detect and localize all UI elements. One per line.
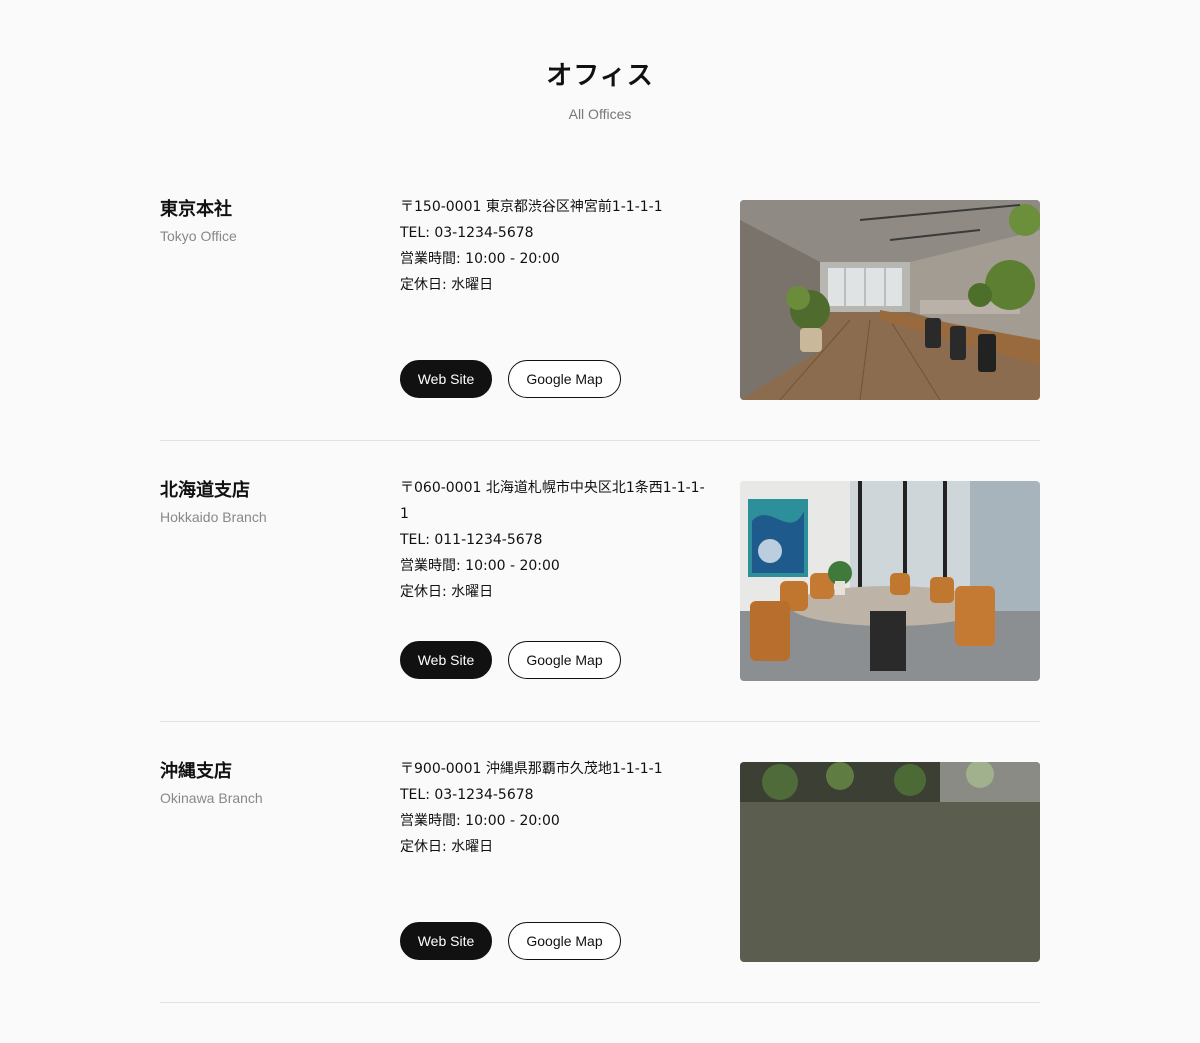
office-list: 東京本社 Tokyo Office 〒150-0001 東京都渋谷区神宮前1-1…	[160, 199, 1040, 1043]
google-map-button[interactable]: Google Map	[508, 360, 621, 398]
office-holiday: 定休日: 水曜日	[400, 839, 494, 855]
office-photo	[740, 481, 1040, 681]
page-subtitle: All Offices	[568, 106, 632, 122]
google-map-button[interactable]: Google Map	[508, 922, 621, 960]
office-item-tokyo: 東京本社 Tokyo Office 〒150-0001 東京都渋谷区神宮前1-1…	[160, 199, 1040, 441]
office-address: 〒150-0001 東京都渋谷区神宮前1-1-1-1	[400, 199, 663, 215]
office-name-en: Okinawa Branch	[160, 790, 263, 806]
office-hours: 営業時間: 10:00 - 20:00	[400, 558, 560, 574]
website-button[interactable]: Web Site	[400, 922, 492, 960]
office-address: 〒900-0001 沖縄県那覇市久茂地1-1-1-1	[400, 761, 663, 777]
office-info: 〒900-0001 沖縄県那覇市久茂地1-1-1-1 TEL: 03-1234-…	[400, 756, 710, 860]
page-header: オフィス All Offices	[0, 0, 1200, 122]
google-map-button[interactable]: Google Map	[508, 641, 621, 679]
office-tel: TEL: 03-1234-5678	[400, 787, 534, 803]
page-title: オフィス	[546, 61, 654, 91]
office-photo	[740, 762, 1040, 962]
office-holiday: 定休日: 水曜日	[400, 277, 494, 293]
office-hours: 営業時間: 10:00 - 20:00	[400, 813, 560, 829]
office-address: 〒060-0001 北海道札幌市中央区北1条西1-1-1-1	[400, 480, 705, 522]
office-item-hokkaido: 北海道支店 Hokkaido Branch 〒060-0001 北海道札幌市中央…	[160, 480, 1040, 722]
office-buttons: Web Site Google Map	[400, 922, 621, 960]
office-name-en: Hokkaido Branch	[160, 509, 267, 525]
office-hours: 営業時間: 10:00 - 20:00	[400, 251, 560, 267]
office-holiday: 定休日: 水曜日	[400, 584, 494, 600]
office-info: 〒150-0001 東京都渋谷区神宮前1-1-1-1 TEL: 03-1234-…	[400, 194, 710, 298]
office-info: 〒060-0001 北海道札幌市中央区北1条西1-1-1-1 TEL: 011-…	[400, 475, 710, 605]
office-photo	[740, 200, 1040, 400]
office-tel: TEL: 011-1234-5678	[400, 532, 543, 548]
office-name-en: Tokyo Office	[160, 228, 237, 244]
office-name: 北海道支店	[160, 480, 250, 501]
office-item-okinawa: 沖縄支店 Okinawa Branch 〒900-0001 沖縄県那覇市久茂地1…	[160, 761, 1040, 1003]
website-button[interactable]: Web Site	[400, 641, 492, 679]
office-name: 沖縄支店	[160, 761, 232, 782]
office-buttons: Web Site Google Map	[400, 360, 621, 398]
office-buttons: Web Site Google Map	[400, 641, 621, 679]
office-name: 東京本社	[160, 199, 232, 220]
website-button[interactable]: Web Site	[400, 360, 492, 398]
office-tel: TEL: 03-1234-5678	[400, 225, 534, 241]
